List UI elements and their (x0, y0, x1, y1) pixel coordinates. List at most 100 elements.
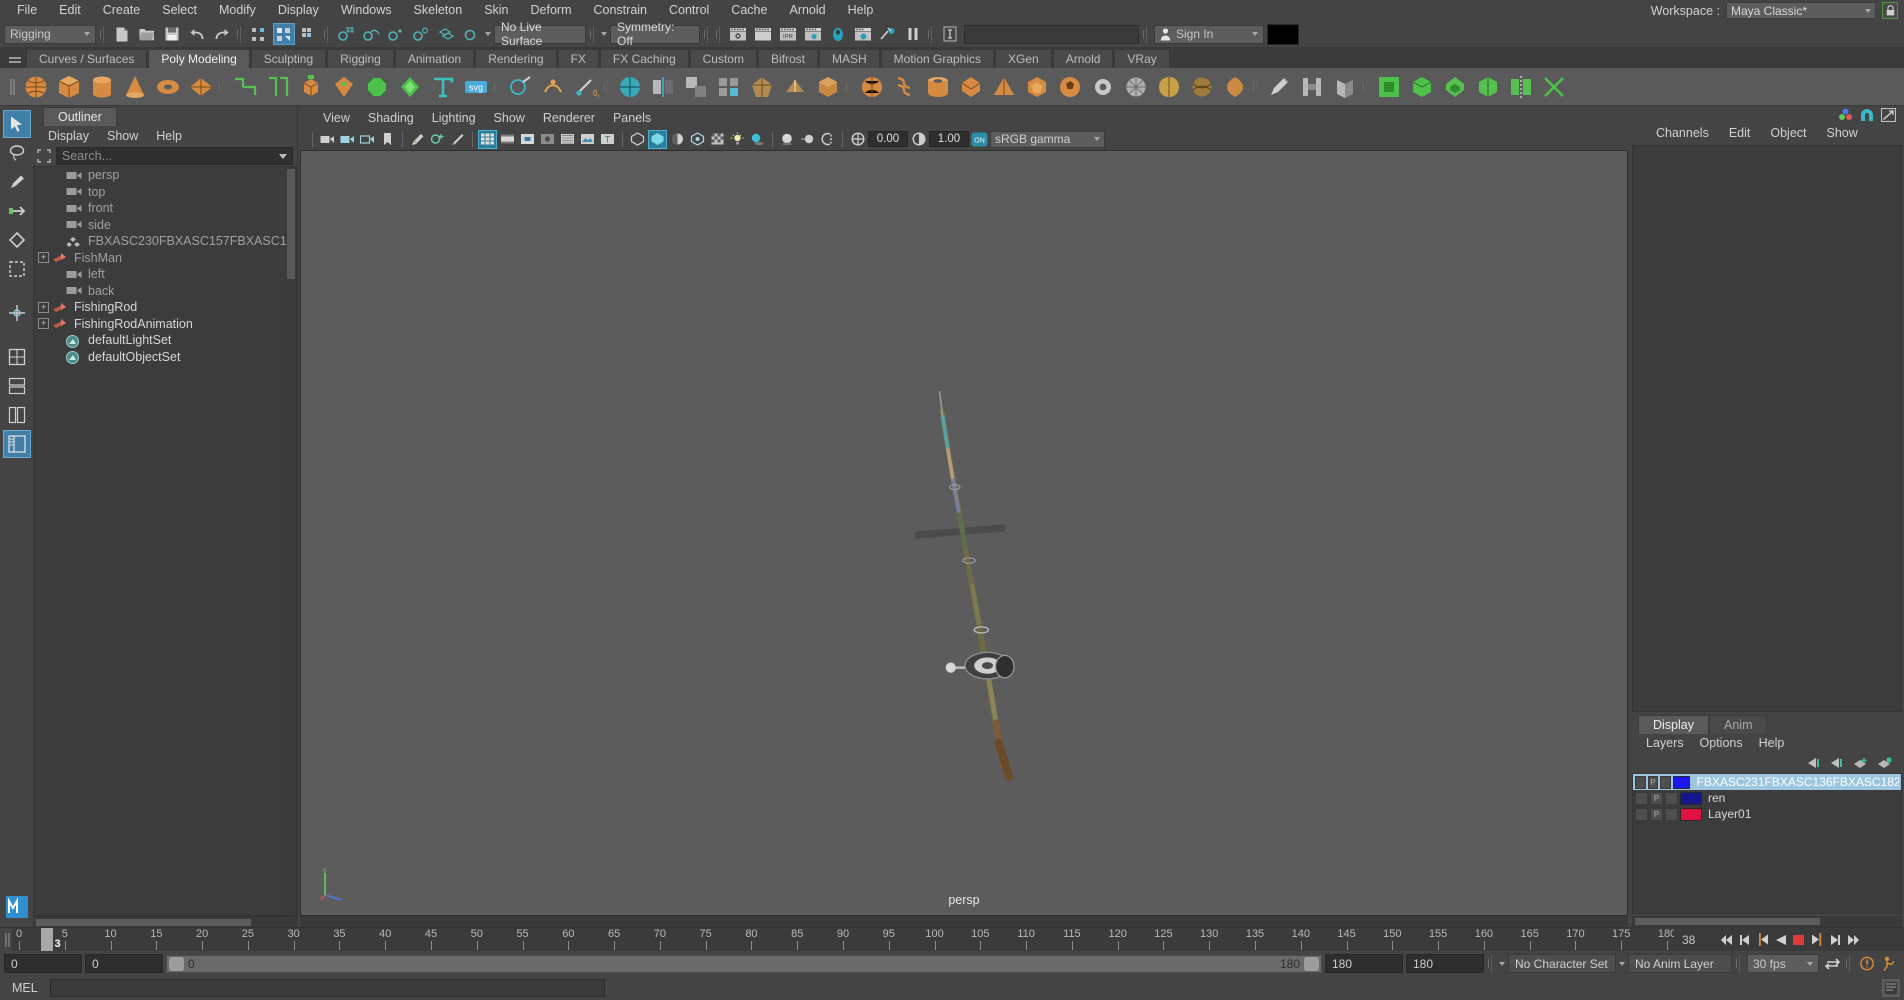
menu-edit[interactable]: Edit (48, 0, 92, 21)
range-slider-track[interactable]: 0 180 (166, 954, 1322, 973)
paint-select-tool-button[interactable] (3, 168, 31, 196)
outliner-item[interactable]: top (34, 184, 296, 201)
poly-merge-icon[interactable] (328, 71, 359, 102)
save-scene-button[interactable] (161, 23, 183, 45)
layout-outliner-persp-button[interactable] (2, 430, 31, 458)
layer-visibility-toggle[interactable] (1635, 807, 1648, 821)
layer-scroll-thumb[interactable] (1635, 918, 1820, 925)
layer-color-swatch[interactable] (1680, 791, 1702, 805)
exposure-field[interactable]: 0.00 (868, 131, 908, 147)
poly-soccerball-icon[interactable] (1054, 71, 1085, 102)
step-back-button[interactable] (1737, 932, 1752, 947)
playback-end-time-field[interactable]: 180 (1325, 954, 1403, 973)
layer-horizontal-scrollbar[interactable] (1632, 916, 1902, 927)
sculpt-tool-icon[interactable] (504, 71, 535, 102)
layout-three-panes-button[interactable] (3, 401, 31, 429)
snap-to-point-button[interactable] (385, 23, 407, 45)
channel-box-content[interactable] (1632, 145, 1902, 712)
shelf-tab-animation[interactable]: Animation (394, 49, 475, 68)
anim-layer-field[interactable]: No Anim Layer (1628, 954, 1732, 973)
shelf-tab-xgen[interactable]: XGen (995, 49, 1052, 68)
smooth-shade-selected-icon[interactable] (518, 130, 537, 149)
expand-toggle-icon[interactable]: + (38, 252, 49, 264)
layer-row[interactable]: Pren (1633, 790, 1901, 806)
layer-tab-display[interactable]: Display (1638, 715, 1709, 734)
menu-windows[interactable]: Windows (330, 0, 403, 21)
menu-file[interactable]: File (6, 0, 48, 21)
symmetry-field[interactable]: Symmetry: Off (610, 20, 700, 48)
select-by-hierarchy-button[interactable] (248, 23, 270, 45)
paint-effects-icon[interactable] (448, 130, 467, 149)
shelf-tab-arnold[interactable]: Arnold (1052, 49, 1114, 68)
go-to-start-button[interactable] (1719, 932, 1734, 947)
graph-editor-icon[interactable] (1881, 107, 1896, 122)
multisample-aa-icon[interactable] (818, 130, 837, 149)
smooth-shade-all-icon[interactable] (498, 130, 517, 149)
animation-end-time-field[interactable]: 180 (1406, 954, 1484, 973)
live-surface-field[interactable]: No Live Surface (494, 20, 586, 48)
shelf-tab-fx[interactable]: FX (557, 49, 599, 68)
outliner-menu-show[interactable]: Show (98, 126, 147, 146)
render-settings-button[interactable] (827, 23, 849, 45)
bridge-icon[interactable] (1296, 71, 1327, 102)
poly-cube-variant-icon[interactable] (812, 71, 843, 102)
viewport-menu-shading[interactable]: Shading (359, 108, 423, 128)
layer-row[interactable]: P FBXASC231FBXASC136FBXASC182FBXASC2 (1633, 774, 1901, 790)
shelf-tab-bifrost[interactable]: Bifrost (757, 49, 818, 68)
lasso-tool-button[interactable] (3, 139, 31, 167)
create-layer-from-selected-icon[interactable] (1877, 756, 1892, 769)
motion-blur-icon[interactable] (798, 130, 817, 149)
shelf-tab-motion-graphics[interactable]: Motion Graphics (880, 49, 995, 68)
separate-icon[interactable] (262, 71, 293, 102)
move-layer-up-icon[interactable] (1807, 757, 1821, 769)
viewport-menu-renderer[interactable]: Renderer (534, 108, 604, 128)
redo-previous-render-button[interactable] (752, 23, 774, 45)
poly-plane-icon[interactable] (185, 71, 216, 102)
auto-keyframe-toggle[interactable] (1857, 955, 1877, 973)
select-by-component-type-button[interactable] (298, 23, 320, 45)
snap-to-view-planes-button[interactable] (435, 23, 457, 45)
poly-smooth-icon[interactable] (394, 71, 425, 102)
channelbox-menu-edit[interactable]: Edit (1719, 123, 1761, 143)
shelf-tab-vray[interactable]: VRay (1114, 49, 1170, 68)
perspective-viewport[interactable]: y persp (300, 150, 1628, 916)
viewport-menu-panels[interactable]: Panels (604, 108, 660, 128)
expand-toggle-icon[interactable]: + (38, 318, 49, 330)
texture-display-icon[interactable] (578, 130, 597, 149)
go-to-end-button[interactable] (1845, 932, 1860, 947)
menu-modify[interactable]: Modify (208, 0, 267, 21)
outliner-hscroll-thumb[interactable] (36, 919, 251, 926)
render-setup-button[interactable] (852, 23, 874, 45)
make-live-button[interactable] (460, 23, 482, 45)
menu-set-selector[interactable]: Rigging (4, 24, 96, 44)
range-end-handle[interactable] (1304, 956, 1319, 971)
channelbox-menu-object[interactable]: Object (1760, 123, 1816, 143)
gamma-field[interactable]: 1.00 (929, 131, 969, 147)
outliner-item[interactable]: defaultLightSet (34, 332, 296, 349)
poly-disc-icon[interactable] (1120, 71, 1151, 102)
symmetry-dropdown-arrow[interactable] (601, 32, 607, 36)
multi-cut-icon[interactable]: 0,0 (570, 71, 601, 102)
smooth-target-icon[interactable] (537, 71, 568, 102)
poly-ultra-shape-icon[interactable] (1219, 71, 1250, 102)
previous-key-button[interactable] (1755, 932, 1770, 947)
shaded-mode-icon[interactable] (648, 129, 667, 149)
poly-sphere-uv-icon[interactable] (614, 71, 645, 102)
snap-to-curve-button[interactable] (360, 23, 382, 45)
poly-reduce-icon[interactable] (746, 71, 777, 102)
symmetrize-icon[interactable] (1505, 71, 1536, 102)
boolean-difference-icon[interactable] (1406, 71, 1437, 102)
duplicate-special-icon[interactable] (680, 71, 711, 102)
shelf-tab-poly-modeling[interactable]: Poly Modeling (148, 49, 250, 68)
layer-menu-options[interactable]: Options (1692, 734, 1751, 753)
crease-tool-icon[interactable] (779, 71, 810, 102)
layer-playback-toggle[interactable]: P (1650, 791, 1663, 805)
outliner-item[interactable]: side (34, 217, 296, 234)
use-default-material-icon[interactable] (628, 130, 647, 149)
pause-render-button[interactable] (902, 23, 924, 45)
outliner-item[interactable]: + FishingRodAnimation (34, 316, 296, 333)
text-display-icon[interactable]: T (598, 130, 617, 149)
layer-list[interactable]: PFBXASC231FBXASC136FBXASC182FBXASC2PrenP… (1632, 773, 1902, 914)
play-backwards-button[interactable] (1773, 932, 1788, 947)
poly-cone-icon[interactable] (119, 71, 150, 102)
